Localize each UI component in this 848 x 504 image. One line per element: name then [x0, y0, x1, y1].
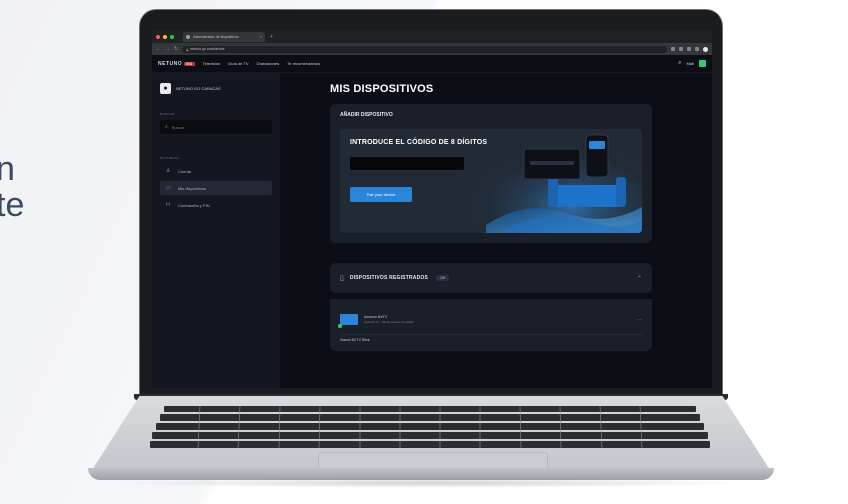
profile-row[interactable]: ● NETUNO GO CARACAS	[160, 83, 272, 94]
add-device-card: AÑADIR DISPOSITIVO INTRODUCE EL CÓDIGO D…	[330, 104, 652, 243]
sidebar-icon[interactable]	[695, 47, 699, 51]
user-icon: ♙	[166, 168, 171, 174]
brand-logo[interactable]: NETUNO GO	[158, 61, 195, 67]
sidebar-item-label: Cuenta	[178, 168, 191, 174]
address-bar[interactable]: 🔒︎ netuno.go.com/device	[182, 45, 667, 53]
laptop-shadow	[110, 478, 750, 488]
tab-title: Administrador de dispositivos	[193, 34, 239, 39]
list-item[interactable]: Xiaomi MI TV Stick	[340, 335, 642, 345]
nav-recommended[interactable]: Te recomendamos	[287, 61, 320, 66]
user-name[interactable]: Mati	[686, 61, 694, 66]
share-icon[interactable]	[671, 47, 675, 51]
site-header: NETUNO GO Televisión Guía de TV Grabacio…	[152, 55, 712, 73]
search-section-label: BUSCAR	[160, 112, 175, 116]
star-icon[interactable]	[679, 47, 683, 51]
phone-icon: ▯	[340, 275, 344, 282]
extension-icons	[671, 46, 708, 52]
app-body: ● NETUNO GO CARACAS BUSCAR ⌕ MI CUENTA ♙…	[152, 73, 712, 388]
menu-section-label: MI CUENTA	[160, 156, 179, 160]
browser-url-bar: ← → ↻ 🔒︎ netuno.go.com/device	[152, 43, 712, 55]
avatar[interactable]	[699, 60, 706, 67]
status-badge	[338, 324, 342, 328]
sidebar-item-label: Contraseña y PIN	[178, 202, 210, 208]
reload-icon[interactable]: ↻	[174, 46, 178, 52]
chevron-up-icon[interactable]: ⌃	[637, 275, 642, 282]
favicon-icon	[186, 34, 190, 39]
search-input[interactable]	[171, 124, 252, 130]
more-options-icon[interactable]: ···	[636, 317, 642, 323]
nav-television[interactable]: Televisión	[203, 61, 221, 66]
side-text-line-1: n	[0, 150, 15, 188]
browser-tab[interactable]: Administrador de dispositivos ×	[183, 31, 265, 42]
nav-recordings[interactable]: Grabaciones	[257, 61, 280, 66]
minimize-window-icon[interactable]	[163, 34, 167, 39]
list-item[interactable]: Amazon fireTV Android TV · Último acceso…	[338, 305, 642, 335]
device-subtitle: Android TV · Último acceso 1-1-2022	[364, 320, 414, 324]
laptop-screen: Administrador de dispositivos × + ← → ↻ …	[152, 30, 712, 388]
maximize-window-icon[interactable]	[170, 34, 174, 39]
search-icon: ⌕	[165, 124, 168, 130]
browser-profile-icon[interactable]	[703, 46, 708, 52]
address-url: netuno.go.com/device	[190, 47, 225, 51]
sidebar-item-password[interactable]: ⊓ Contraseña y PIN	[160, 198, 272, 212]
main-content: MIS DISPOSITIVOS AÑADIR DISPOSITIVO INTR…	[280, 73, 712, 388]
profile-name: NETUNO GO CARACAS	[176, 86, 221, 91]
pair-device-button[interactable]: Pair your device	[350, 187, 412, 202]
forward-icon[interactable]: →	[165, 46, 170, 52]
profile-avatar-icon: ●	[160, 83, 171, 94]
side-text-line-2: te	[0, 186, 25, 224]
registered-devices-header[interactable]: ▯ DISPOSITIVOS REGISTRADOS 1/5 ⌃	[330, 263, 652, 293]
device-list: Amazon fireTV Android TV · Último acceso…	[330, 299, 652, 351]
browser-tab-bar: Administrador de dispositivos × +	[152, 30, 712, 43]
close-window-icon[interactable]	[156, 34, 160, 39]
sidebar: ● NETUNO GO CARACAS BUSCAR ⌕ MI CUENTA ♙…	[152, 73, 280, 388]
back-icon[interactable]: ←	[156, 46, 161, 52]
device-icon: ▭	[166, 185, 171, 191]
tv-icon	[338, 314, 358, 328]
registered-title: DISPOSITIVOS REGISTRADOS	[349, 275, 429, 281]
sidebar-search[interactable]: ⌕	[160, 120, 272, 134]
lock-icon: 🔒︎	[186, 46, 189, 52]
logo-text: NETUNO	[158, 60, 183, 67]
new-tab-icon[interactable]: +	[270, 34, 273, 40]
device-count-badge: 1/5	[436, 275, 449, 281]
header-right: ⌕ Mati	[678, 60, 706, 67]
tab-close-icon[interactable]: ×	[260, 34, 262, 39]
pair-code-panel: INTRODUCE EL CÓDIGO DE 8 DÍGITOS Pair yo…	[340, 129, 642, 233]
hero-illustration	[466, 129, 642, 233]
device-info: Amazon fireTV Android TV · Último acceso…	[364, 315, 413, 324]
nav-tv-guide[interactable]: Guía de TV	[228, 61, 248, 66]
search-icon[interactable]: ⌕	[678, 60, 681, 67]
page-title: MIS DISPOSITIVOS	[330, 83, 434, 95]
sidebar-item-account[interactable]: ♙ Cuenta	[160, 164, 272, 178]
add-device-title: AÑADIR DISPOSITIVO	[340, 112, 393, 118]
extension-icon[interactable]	[687, 47, 691, 51]
device-name: Amazon fireTV	[364, 315, 388, 319]
device-name: Xiaomi MI TV Stick	[340, 338, 370, 342]
sidebar-item-label: Mis dispositivos	[178, 185, 207, 191]
code-input[interactable]	[350, 157, 464, 170]
sidebar-item-devices[interactable]: ▭ Mis dispositivos	[160, 181, 272, 195]
lock-icon: ⊓	[166, 202, 170, 208]
logo-badge: GO	[184, 61, 195, 66]
keyboard	[150, 405, 710, 448]
